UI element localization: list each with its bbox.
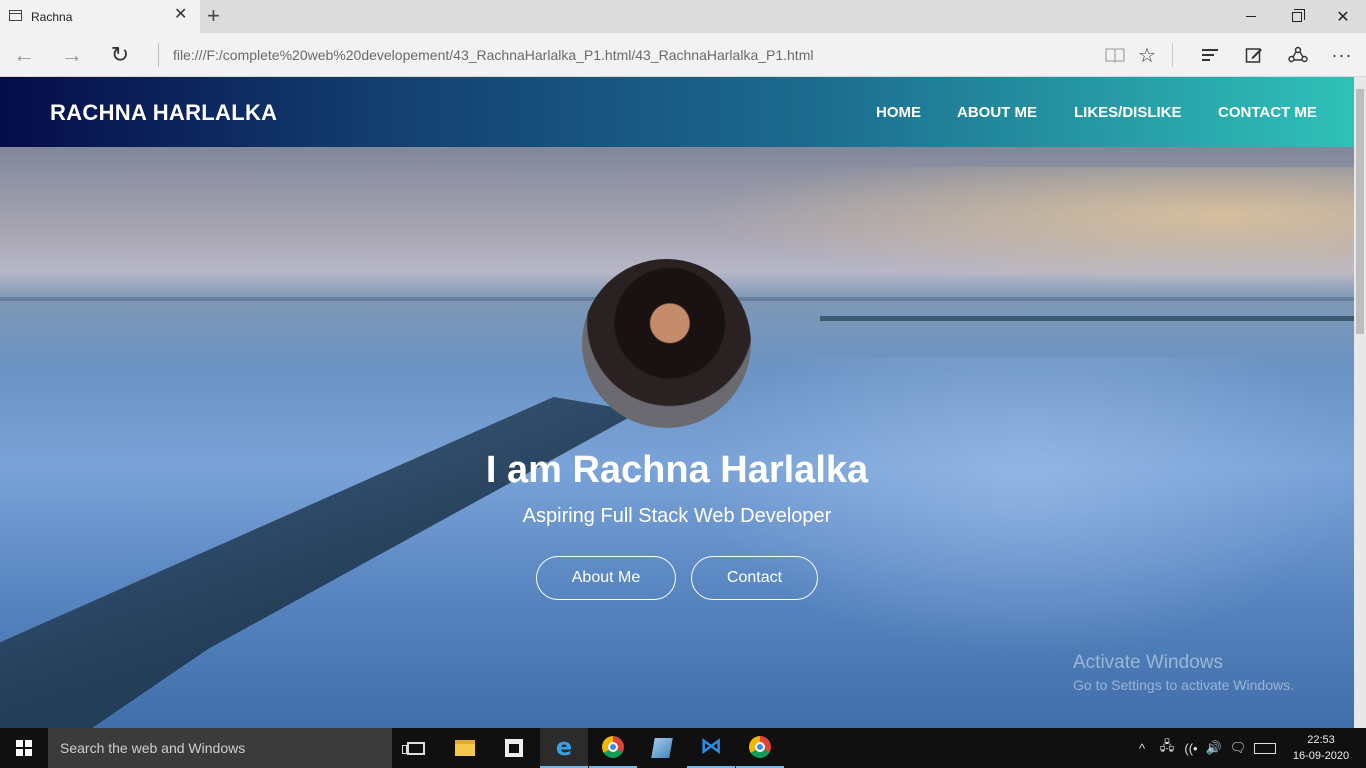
store-icon [505,739,523,757]
hub-icon[interactable] [1198,43,1222,67]
new-tab-button[interactable]: + [207,4,220,28]
page-scrollbar[interactable] [1354,77,1366,728]
clock-date: 16-09-2020 [1292,750,1350,762]
restore-icon [1292,8,1305,22]
activation-watermark-title: Activate Windows [1073,652,1223,673]
refresh-button[interactable]: ↻ [105,41,135,69]
search-placeholder: Search the web and Windows [60,740,246,756]
minimize-icon [1246,16,1256,17]
chrome-icon [749,736,771,758]
profile-photo [582,259,751,428]
nav-link-home[interactable]: HOME [876,104,921,121]
divider [158,43,159,67]
page-viewport: RACHNA HARLALKA HOME ABOUT ME LIKES/DISL… [0,77,1354,728]
taskbar-clock[interactable]: 22:53 16-09-2020 [1284,732,1358,764]
chrome-icon [602,736,624,758]
hero-title: I am Rachna Harlalka [485,449,869,491]
favorite-star-icon[interactable]: ☆ [1135,43,1159,67]
taskbar: Search the web and Windows e ⋈ ^ 🖧 ((• 🔊… [0,728,1366,768]
nav-link-about[interactable]: ABOUT ME [957,104,1037,121]
contact-button[interactable]: Contact [691,556,818,600]
notepad-icon [651,738,673,758]
task-view-button[interactable] [392,728,440,768]
minimize-button[interactable] [1228,0,1274,33]
restore-button[interactable] [1274,0,1320,33]
site-brand[interactable]: RACHNA HARLALKA [50,100,277,126]
address-bar: ← → ↻ file:///F:/complete%20web%20develo… [0,33,1366,77]
notepad-button[interactable] [638,728,686,768]
chrome-button[interactable] [589,728,637,768]
back-button[interactable]: ← [9,41,39,69]
share-icon[interactable] [1286,43,1310,67]
vscode-icon: ⋈ [700,734,722,759]
tab-title: Rachna [31,10,73,24]
more-icon[interactable]: ··· [1330,43,1354,67]
edge-button[interactable]: e [540,728,588,768]
volume-icon[interactable]: 🔊 [1203,728,1225,768]
close-tab-icon[interactable]: ✕ [174,7,187,23]
keyboard-icon[interactable] [1252,728,1278,768]
task-view-icon [402,741,425,755]
about-me-button[interactable]: About Me [536,556,676,600]
scrollbar-thumb[interactable] [1356,89,1364,334]
show-hidden-icons-button[interactable]: ^ [1132,728,1152,768]
chrome-button-2[interactable] [736,728,784,768]
forward-button[interactable]: → [57,41,87,69]
close-window-button[interactable]: ✕ [1320,0,1366,33]
activation-watermark-subtitle: Go to Settings to activate Windows. [1073,677,1294,693]
wifi-icon[interactable]: ((• [1180,728,1202,768]
windows-logo-icon [16,740,32,756]
network-icon[interactable]: 🖧 [1156,728,1178,768]
taskbar-search[interactable]: Search the web and Windows [48,728,392,768]
edge-icon: e [555,733,573,761]
divider [1172,43,1173,67]
start-button[interactable] [0,728,48,768]
file-explorer-button[interactable] [441,728,489,768]
action-center-icon[interactable]: 🗨 [1227,728,1249,768]
reading-view-icon[interactable] [1103,43,1127,67]
hero-subtitle: Aspiring Full Stack Web Developer [522,505,832,527]
folder-icon [455,740,475,756]
vscode-button[interactable]: ⋈ [687,728,735,768]
clock-time: 22:53 [1307,734,1335,746]
nav-link-likes[interactable]: LIKES/DISLIKE [1074,104,1182,121]
url-field[interactable]: file:///F:/complete%20web%20developement… [173,47,813,63]
tab-strip: Rachna ✕ + ✕ [0,0,1366,33]
store-button[interactable] [490,728,538,768]
site-navbar: RACHNA HARLALKA HOME ABOUT ME LIKES/DISL… [0,77,1354,147]
nav-link-contact[interactable]: CONTACT ME [1218,104,1317,121]
web-note-icon[interactable] [1242,43,1266,67]
browser-tab[interactable]: Rachna ✕ [0,0,200,33]
page-icon [9,10,22,21]
